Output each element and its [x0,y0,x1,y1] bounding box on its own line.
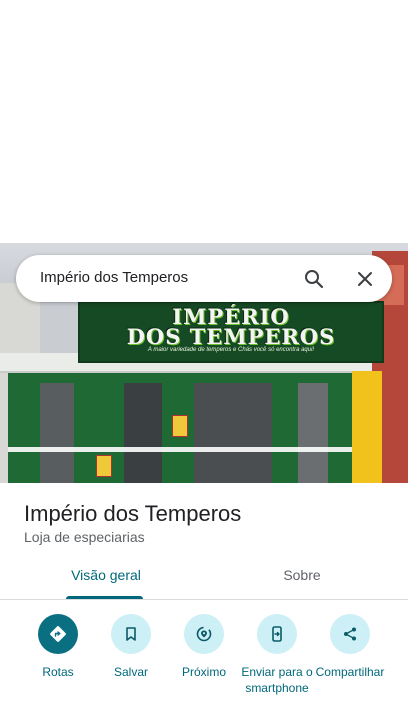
nearby-label: Próximo [181,665,226,679]
directions-label: Rotas [42,665,74,679]
store-sign-title: IMPÉRIO DOS TEMPEROS [126,304,336,349]
photo-stripe [8,447,358,452]
close-icon[interactable] [353,267,377,291]
photo-poster [172,415,188,437]
photo-poster [96,455,112,477]
store-sign-subtitle: A maior variedade de temperos e Chás voc… [147,347,315,353]
share-button[interactable]: Compartilhar [312,612,388,680]
bookmark-icon [111,614,151,654]
photo-door [298,383,328,483]
photo-door [194,383,272,483]
save-label: Salvar [113,665,148,679]
share-icon [330,614,370,654]
save-button[interactable]: Salvar [93,612,169,680]
search-icon[interactable] [302,267,326,291]
send-to-phone-icon [257,614,297,654]
tab-overview[interactable]: Visão geral [58,567,154,583]
photo-door [40,383,74,483]
nearby-button[interactable]: Próximo [166,612,242,680]
tabs-divider [0,599,408,600]
photo-yellow-pillar [352,371,382,483]
nearby-icon [184,614,224,654]
tab-about[interactable]: Sobre [254,567,350,583]
share-label: Compartilhar [315,665,385,679]
send-to-phone-label: Enviar para o smartphone [241,665,313,695]
store-sign: IMPÉRIO DOS TEMPEROS A maior variedade d… [78,301,384,363]
action-bar: Rotas Salvar Próximo Enviar para o smart… [0,612,408,712]
directions-button[interactable]: Rotas [20,612,96,680]
search-bar[interactable]: Império dos Temperos [16,255,392,302]
place-title: Império dos Temperos [24,501,242,526]
directions-icon [38,614,78,654]
photo-door [124,383,162,483]
place-category: Loja de especiarias [24,529,145,545]
map-area-blank [0,0,408,243]
search-input[interactable]: Império dos Temperos [40,269,188,286]
send-to-phone-button[interactable]: Enviar para o smartphone [239,612,315,696]
